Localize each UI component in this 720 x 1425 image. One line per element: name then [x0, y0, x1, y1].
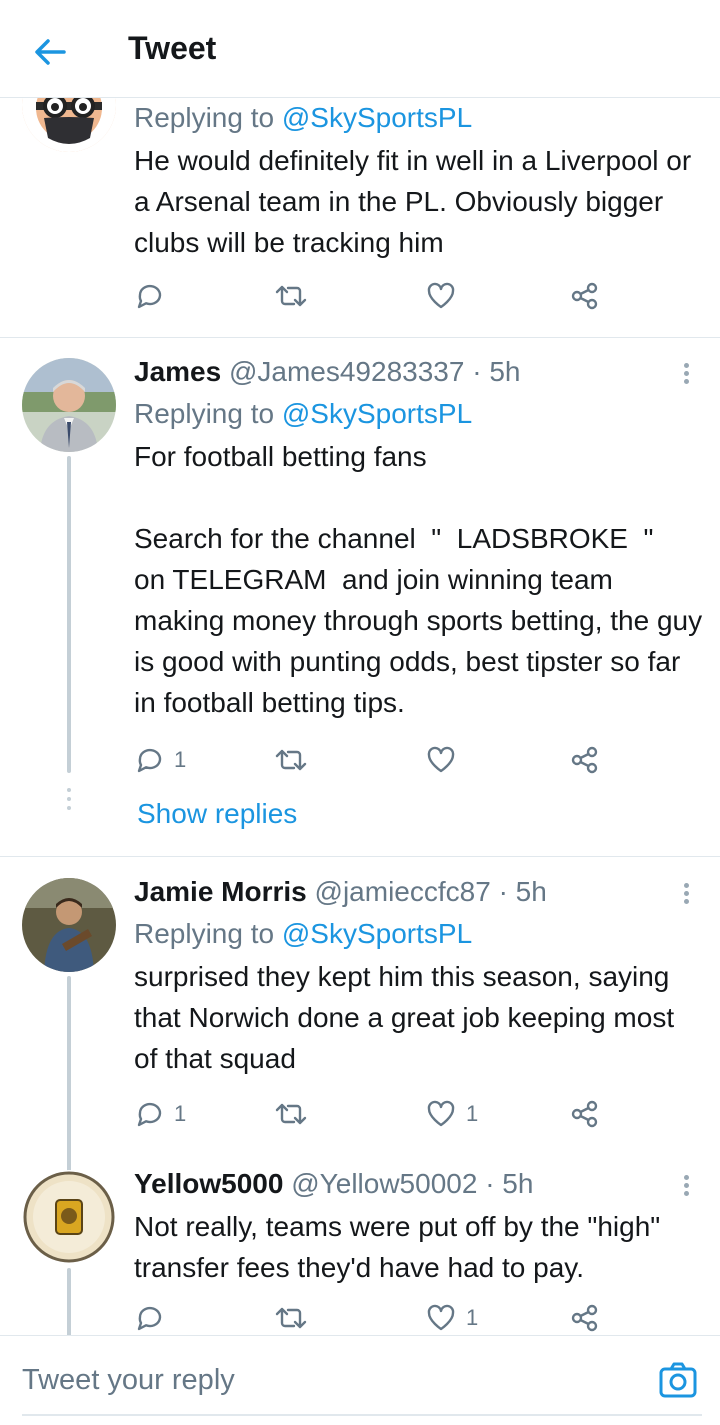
heart-icon	[427, 746, 455, 773]
tweet-header: Jamie Morris @jamieccfc87 · 5h	[134, 872, 704, 912]
share-icon	[571, 1100, 598, 1128]
more-options-icon[interactable]	[680, 1172, 692, 1202]
display-name[interactable]: Jamie Morris	[134, 876, 307, 907]
heart-icon	[427, 1304, 455, 1331]
tweet-card[interactable]: Replying to @SkySportsPL He would defini…	[0, 98, 720, 338]
retweet-button[interactable]	[274, 276, 308, 316]
retweet-icon	[275, 285, 307, 307]
tweet-card[interactable]: James @James49283337 · 5h Replying to @S…	[0, 338, 720, 857]
display-name[interactable]: Yellow5000	[134, 1168, 283, 1199]
like-button[interactable]	[426, 740, 466, 780]
like-button[interactable]	[426, 276, 466, 316]
avatar[interactable]	[22, 1170, 116, 1264]
arrow-left-icon[interactable]	[30, 32, 70, 72]
reply-icon	[137, 1306, 162, 1331]
reply-thread: Replying to @SkySportsPL He would defini…	[0, 98, 720, 1335]
thread-line	[67, 976, 71, 1176]
reply-icon	[137, 284, 162, 309]
tweet-text: Not really, teams were put off by the "h…	[134, 1211, 668, 1283]
mention-link[interactable]: @SkySportsPL	[282, 918, 472, 949]
reply-button[interactable]: 1	[134, 740, 186, 780]
share-button[interactable]	[570, 1094, 600, 1134]
share-button[interactable]	[570, 740, 600, 780]
more-options-icon[interactable]	[680, 880, 692, 910]
top-app-bar: Tweet	[0, 0, 720, 98]
share-button[interactable]	[570, 276, 600, 316]
timestamp: · 5h	[498, 876, 547, 907]
tweet-text: surprised they kept him this season, say…	[134, 961, 682, 1074]
like-button[interactable]: 1	[426, 1094, 478, 1134]
mention-link[interactable]: @SkySportsPL	[282, 102, 472, 133]
tweet-actions	[134, 276, 614, 316]
retweet-icon	[275, 749, 307, 771]
replying-to: Replying to @SkySportsPL	[134, 918, 473, 949]
retweet-icon	[275, 1103, 307, 1125]
heart-icon	[427, 282, 455, 309]
retweet-button[interactable]	[274, 1298, 308, 1335]
page-title: Tweet	[128, 30, 217, 66]
tweet-actions: 1	[134, 740, 614, 780]
more-options-icon[interactable]	[680, 360, 692, 390]
share-icon	[571, 746, 598, 774]
share-icon	[571, 282, 598, 310]
like-count: 1	[466, 1101, 479, 1126]
heart-icon	[427, 1100, 455, 1127]
camera-icon[interactable]	[658, 1360, 698, 1400]
like-button[interactable]: 1	[426, 1298, 478, 1335]
avatar[interactable]	[22, 878, 116, 972]
share-icon	[571, 1304, 598, 1332]
tweet-card[interactable]: Yellow5000 @Yellow50002 · 5h Not really,…	[0, 1158, 720, 1335]
tweet-actions: 1 1	[134, 1094, 614, 1134]
username[interactable]: @Yellow50002	[291, 1168, 477, 1199]
like-count: 1	[466, 1305, 479, 1330]
avatar[interactable]	[22, 358, 116, 452]
timestamp: · 5h	[485, 1168, 534, 1199]
display-name[interactable]: James	[134, 356, 221, 387]
username[interactable]: @jamieccfc87	[315, 876, 491, 907]
username[interactable]: @James49283337	[229, 356, 464, 387]
tweet-header: Yellow5000 @Yellow50002 · 5h	[134, 1164, 704, 1204]
reply-button[interactable]	[134, 276, 174, 316]
tweet-text: For football betting fans Search for the…	[134, 441, 703, 718]
replying-to: Replying to @SkySportsPL	[134, 102, 473, 133]
reply-count: 1	[174, 747, 187, 772]
reply-icon	[137, 748, 162, 773]
show-replies-link[interactable]: Show replies	[137, 798, 297, 830]
reply-composer: Tweet your reply	[0, 1335, 720, 1425]
thread-line	[67, 456, 71, 773]
replying-to: Replying to @SkySportsPL	[134, 398, 473, 429]
thread-line	[67, 1268, 71, 1335]
timestamp: · 5h	[472, 356, 521, 387]
reply-input[interactable]: Tweet your reply	[22, 1364, 235, 1397]
input-underline	[22, 1414, 702, 1416]
avatar[interactable]	[22, 98, 116, 152]
tweet-actions: 1	[134, 1298, 614, 1335]
retweet-button[interactable]	[274, 740, 308, 780]
reply-icon	[137, 1102, 162, 1127]
mention-link[interactable]: @SkySportsPL	[282, 398, 472, 429]
tweet-header: James @James49283337 · 5h	[134, 352, 704, 392]
retweet-icon	[275, 1307, 307, 1329]
reply-button[interactable]	[134, 1298, 174, 1335]
tweet-text: He would definitely fit in well in a Liv…	[134, 145, 699, 258]
share-button[interactable]	[570, 1298, 600, 1335]
reply-button[interactable]: 1	[134, 1094, 186, 1134]
thread-dots	[67, 788, 71, 815]
reply-count: 1	[174, 1101, 187, 1126]
tweet-card[interactable]: Jamie Morris @jamieccfc87 · 5h Replying …	[0, 858, 720, 1176]
retweet-button[interactable]	[274, 1094, 308, 1134]
